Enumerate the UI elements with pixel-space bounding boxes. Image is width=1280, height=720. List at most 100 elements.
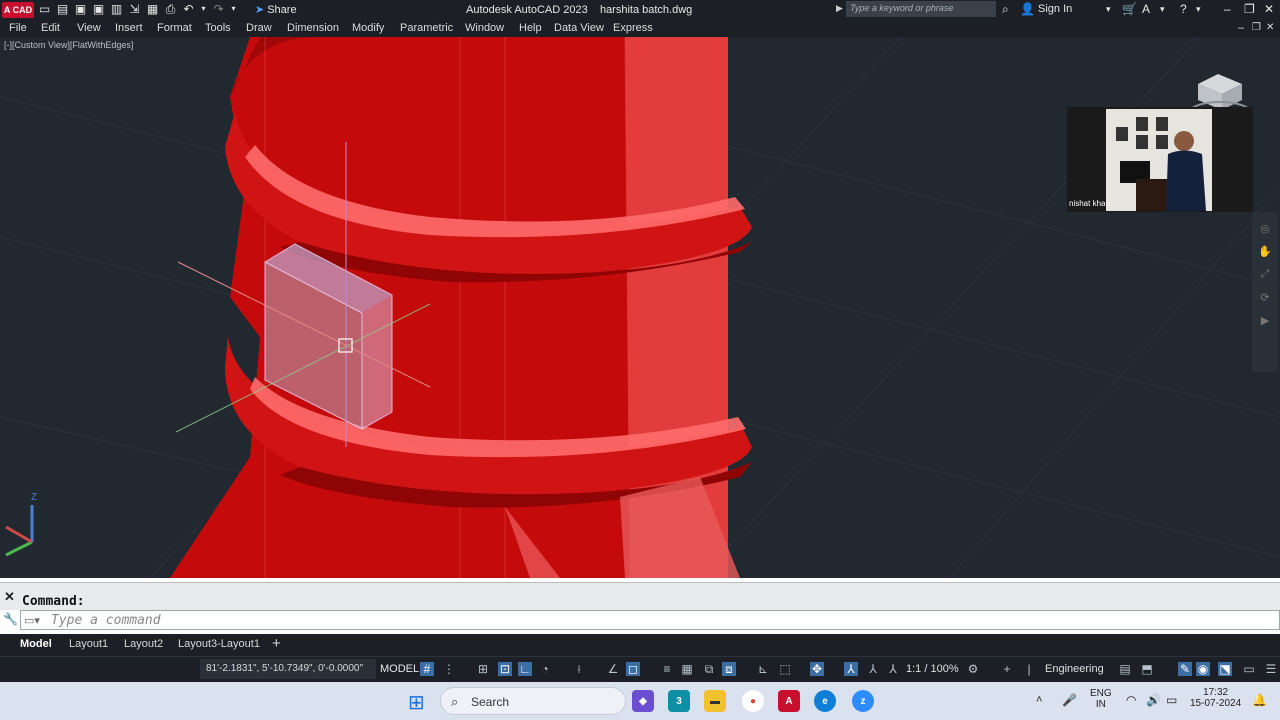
annotation-monitor-icon[interactable]: + bbox=[1000, 662, 1014, 676]
doc-restore-icon[interactable]: ❐ bbox=[1252, 22, 1261, 33]
grid-icon[interactable]: # bbox=[420, 662, 434, 676]
annotation-scale-icon[interactable]: ⅄ bbox=[886, 662, 900, 676]
autocad-logo-icon[interactable]: A CAD bbox=[2, 2, 34, 18]
add-layout-button[interactable]: + bbox=[272, 635, 281, 652]
microphone-icon[interactable]: 🎤 bbox=[1062, 693, 1077, 707]
search-icon[interactable]: ⌕ bbox=[1002, 2, 1009, 17]
lineweight-icon[interactable]: ≡ bbox=[660, 662, 674, 676]
edge-icon[interactable]: e bbox=[814, 690, 836, 712]
restore-icon[interactable]: ❐ bbox=[1244, 2, 1255, 16]
showmotion-icon[interactable]: ▶ bbox=[1252, 314, 1278, 327]
fullscreen-icon[interactable]: ▭ bbox=[1242, 662, 1256, 676]
units-selector[interactable]: Engineering bbox=[1045, 663, 1104, 675]
notifications-icon[interactable]: 🔔 bbox=[1252, 693, 1267, 707]
help-search-input[interactable]: Type a keyword or phrase bbox=[846, 1, 996, 17]
zoom-icon[interactable]: z bbox=[852, 690, 874, 712]
workspace-switching-icon[interactable]: ⚙ bbox=[966, 662, 980, 676]
autocad-taskbar-icon[interactable]: A bbox=[778, 690, 800, 712]
menu-dimension[interactable]: Dimension bbox=[287, 22, 339, 34]
selection-filter-icon[interactable]: ⬚ bbox=[778, 662, 792, 676]
orbit-icon[interactable]: ⟳ bbox=[1252, 291, 1278, 304]
dynamic-input-icon[interactable]: ⊡ bbox=[498, 662, 512, 676]
user-icon[interactable]: 👤 bbox=[1020, 2, 1035, 16]
viewport-controls-label[interactable]: [-][Custom View][FlatWithEdges] bbox=[4, 40, 133, 50]
ortho-mode-icon[interactable]: ∟ bbox=[518, 662, 532, 676]
isolate-objects-icon[interactable]: ✎ bbox=[1178, 662, 1192, 676]
tab-layout1[interactable]: Layout1 bbox=[69, 638, 108, 650]
transparency-icon[interactable]: ▦ bbox=[680, 662, 694, 676]
clean-screen-toggle-icon[interactable]: ⬔ bbox=[1218, 662, 1232, 676]
export-icon[interactable]: ⇲ bbox=[128, 2, 141, 16]
doc-minimize-icon[interactable]: – bbox=[1238, 22, 1244, 34]
coordinates-readout[interactable]: 81'-2.1831", 5'-10.7349", 0'-0.0000" bbox=[200, 659, 376, 679]
menu-modify[interactable]: Modify bbox=[352, 22, 384, 34]
menu-format[interactable]: Format bbox=[157, 22, 192, 34]
undo-icon[interactable]: ↶ bbox=[182, 2, 195, 16]
menu-file[interactable]: File bbox=[9, 22, 27, 34]
tab-layout3-layout1[interactable]: Layout3-Layout1 bbox=[178, 638, 260, 650]
doc-close-icon[interactable]: ✕ bbox=[1266, 22, 1274, 33]
menu-express[interactable]: Express bbox=[613, 22, 653, 34]
customize-wrench-icon[interactable]: 🔧 bbox=[3, 612, 18, 626]
close-icon[interactable]: ✕ bbox=[1264, 2, 1274, 16]
undo-dropdown-icon[interactable]: ▾ bbox=[200, 2, 207, 16]
object-snap-tracking-icon[interactable]: ∠ bbox=[606, 662, 620, 676]
autodesk-account-icon[interactable]: A bbox=[1142, 2, 1150, 16]
infer-constraints-icon[interactable]: ⊞ bbox=[476, 662, 490, 676]
menu-insert[interactable]: Insert bbox=[115, 22, 143, 34]
isodraft-icon[interactable]: ⟊ bbox=[572, 662, 586, 676]
tray-overflow-icon[interactable]: ˄ bbox=[1036, 694, 1042, 706]
open-file-icon[interactable]: ▤ bbox=[56, 2, 69, 16]
copilot-app-icon[interactable]: ◆ bbox=[632, 690, 654, 712]
menu-tools[interactable]: Tools bbox=[205, 22, 231, 34]
search-expand-icon[interactable]: ▶ bbox=[836, 3, 843, 14]
menu-help[interactable]: Help bbox=[519, 22, 542, 34]
menu-view[interactable]: View bbox=[77, 22, 101, 34]
file-explorer-icon[interactable]: ▬ bbox=[704, 690, 726, 712]
menu-data-view[interactable]: Data View bbox=[554, 22, 604, 34]
clock[interactable]: 17:32 15-07-2024 bbox=[1190, 687, 1241, 709]
publish-icon[interactable]: ▦ bbox=[146, 2, 159, 16]
gizmo-icon[interactable]: ✥ bbox=[810, 662, 824, 676]
redo-icon[interactable]: ↷ bbox=[212, 2, 225, 16]
zoom-extents-icon[interactable]: ⤢ bbox=[1252, 268, 1278, 281]
battery-icon[interactable]: ▭ bbox=[1166, 693, 1177, 707]
account-dropdown-icon[interactable]: ▾ bbox=[1160, 4, 1165, 15]
redo-dropdown-icon[interactable]: ▾ bbox=[230, 2, 237, 16]
dynamic-ucs-icon[interactable]: ⊾ bbox=[756, 662, 770, 676]
volume-icon[interactable]: 🔊 bbox=[1146, 693, 1161, 707]
polar-tracking-icon[interactable]: ◔ bbox=[538, 662, 552, 676]
calendar-widget-icon[interactable]: 3 bbox=[668, 690, 690, 712]
save-as-icon[interactable]: ▣ bbox=[92, 2, 105, 16]
recent-commands-icon[interactable]: ▭▾ bbox=[24, 614, 40, 627]
minimize-icon[interactable]: – bbox=[1224, 2, 1231, 16]
pan-icon[interactable]: ✋ bbox=[1252, 245, 1278, 258]
3d-object-snap-icon[interactable]: ⧈ bbox=[722, 662, 736, 676]
tab-model[interactable]: Model bbox=[20, 638, 52, 650]
language-indicator[interactable]: ENG IN bbox=[1090, 688, 1112, 710]
menu-window[interactable]: Window bbox=[465, 22, 504, 34]
share-button[interactable]: ➤ Share bbox=[255, 3, 297, 16]
windows-start-icon[interactable]: ⊞ bbox=[408, 690, 425, 715]
wifi-icon[interactable]: ◠ bbox=[1126, 693, 1136, 707]
print-icon[interactable]: ⎙ bbox=[164, 2, 177, 16]
object-snap-icon[interactable]: ◻ bbox=[626, 662, 640, 676]
menu-parametric[interactable]: Parametric bbox=[400, 22, 453, 34]
sign-in-dropdown-icon[interactable]: ▾ bbox=[1106, 4, 1111, 15]
hardware-acceleration-icon[interactable]: ◉ bbox=[1196, 662, 1210, 676]
menu-draw[interactable]: Draw bbox=[246, 22, 272, 34]
plot-icon[interactable]: ▥ bbox=[110, 2, 123, 16]
viewport-scale[interactable]: 1:1 / 100% bbox=[906, 663, 959, 675]
taskbar-search[interactable]: ⌕ Search bbox=[440, 687, 626, 715]
help-dropdown-icon[interactable]: ▾ bbox=[1196, 4, 1201, 15]
model-space-button[interactable]: MODEL bbox=[380, 663, 419, 675]
save-icon[interactable]: ▣ bbox=[74, 2, 87, 16]
chrome-icon[interactable]: ● bbox=[742, 690, 764, 712]
selection-cycling-icon[interactable]: ⧉ bbox=[702, 662, 716, 676]
new-file-icon[interactable]: ▭ bbox=[38, 2, 51, 16]
lock-ui-icon[interactable]: ⬒ bbox=[1140, 662, 1154, 676]
auto-scale-icon[interactable]: ⅄ bbox=[866, 662, 880, 676]
help-icon[interactable]: ? bbox=[1180, 2, 1187, 16]
cart-icon[interactable]: 🛒 bbox=[1122, 2, 1137, 16]
steering-wheel-icon[interactable]: ◎ bbox=[1252, 222, 1278, 235]
